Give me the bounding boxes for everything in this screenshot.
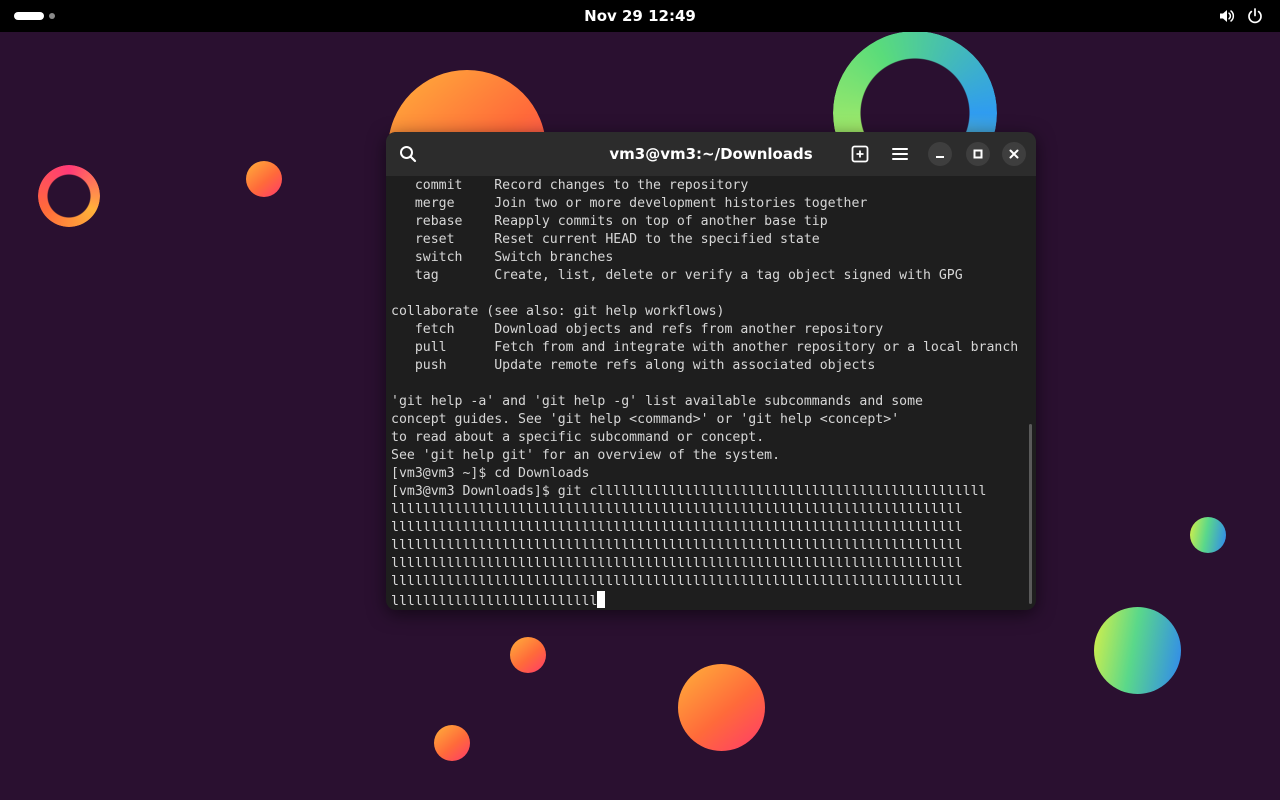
terminal-line: to read about a specific subcommand or c… (391, 430, 765, 445)
wallpaper-circle-large-right (1094, 607, 1181, 694)
menu-icon[interactable] (888, 142, 912, 166)
terminal-line: llllllllllllllllllllllllllllllllllllllll… (391, 502, 963, 517)
terminal-line: See 'git help git' for an overview of th… (391, 448, 781, 463)
terminal-headerbar[interactable]: vm3@vm3:~/Downloads (386, 132, 1036, 176)
terminal-line: fetch Download objects and refs from ano… (391, 322, 884, 337)
terminal-line: concept guides. See 'git help <command>'… (391, 412, 900, 427)
terminal-line: llllllllllllllllllllllllllllllllllllllll… (391, 556, 963, 571)
clock[interactable]: Nov 29 12:49 (584, 7, 696, 25)
text-cursor (597, 591, 606, 608)
power-icon[interactable] (1246, 7, 1264, 25)
workspace-dot (49, 13, 55, 19)
workspace-active-pill (14, 12, 44, 20)
terminal-output[interactable]: commit Record changes to the repository … (386, 176, 1036, 610)
wallpaper-circle-bottom (678, 664, 765, 751)
terminal-line: llllllllllllllllllllllllll (391, 594, 598, 609)
terminal-line: pull Fetch from and integrate with anoth… (391, 340, 1019, 355)
close-icon[interactable] (1002, 142, 1026, 166)
volume-icon[interactable] (1218, 7, 1236, 25)
terminal-line: commit Record changes to the repository (391, 178, 749, 193)
activities-indicator[interactable] (14, 11, 62, 21)
terminal-line: push Update remote refs along with assoc… (391, 358, 876, 373)
terminal-line: tag Create, list, delete or verify a tag… (391, 268, 963, 283)
top-bar: Nov 29 12:49 (0, 0, 1280, 32)
terminal-line: collaborate (see also: git help workflow… (391, 304, 725, 319)
terminal-line: llllllllllllllllllllllllllllllllllllllll… (391, 520, 963, 535)
wallpaper-circle-bottom-left (434, 725, 470, 761)
terminal-line: merge Join two or more development histo… (391, 196, 868, 211)
terminal-line: 'git help -a' and 'git help -g' list ava… (391, 394, 923, 409)
terminal-line: rebase Reapply commits on top of another… (391, 214, 828, 229)
wallpaper-circle-small-right (1190, 517, 1226, 553)
terminal-line: switch Switch branches (391, 250, 614, 265)
terminal-line: llllllllllllllllllllllllllllllllllllllll… (391, 538, 963, 553)
terminal-line: [vm3@vm3 ~]$ cd Downloads (391, 466, 590, 481)
maximize-icon[interactable] (966, 142, 990, 166)
terminal-line: reset Reset current HEAD to the specifie… (391, 232, 820, 247)
wallpaper-ring-left (38, 165, 100, 227)
wallpaper-circle-small-mid (510, 637, 546, 673)
search-icon[interactable] (396, 142, 420, 166)
wallpaper-circle-small-left (246, 161, 282, 197)
new-tab-icon[interactable] (848, 142, 872, 166)
terminal-scrollbar[interactable] (1029, 424, 1032, 604)
terminal-line: llllllllllllllllllllllllllllllllllllllll… (391, 574, 963, 589)
terminal-prompt-line[interactable]: llllllllllllllllllllllllll (391, 591, 1036, 609)
window-title: vm3@vm3:~/Downloads (609, 145, 813, 163)
terminal-window[interactable]: vm3@vm3:~/Downloads commit Record change… (386, 132, 1036, 610)
minimize-icon[interactable] (928, 142, 952, 166)
terminal-line: [vm3@vm3 Downloads]$ git cllllllllllllll… (391, 484, 987, 499)
